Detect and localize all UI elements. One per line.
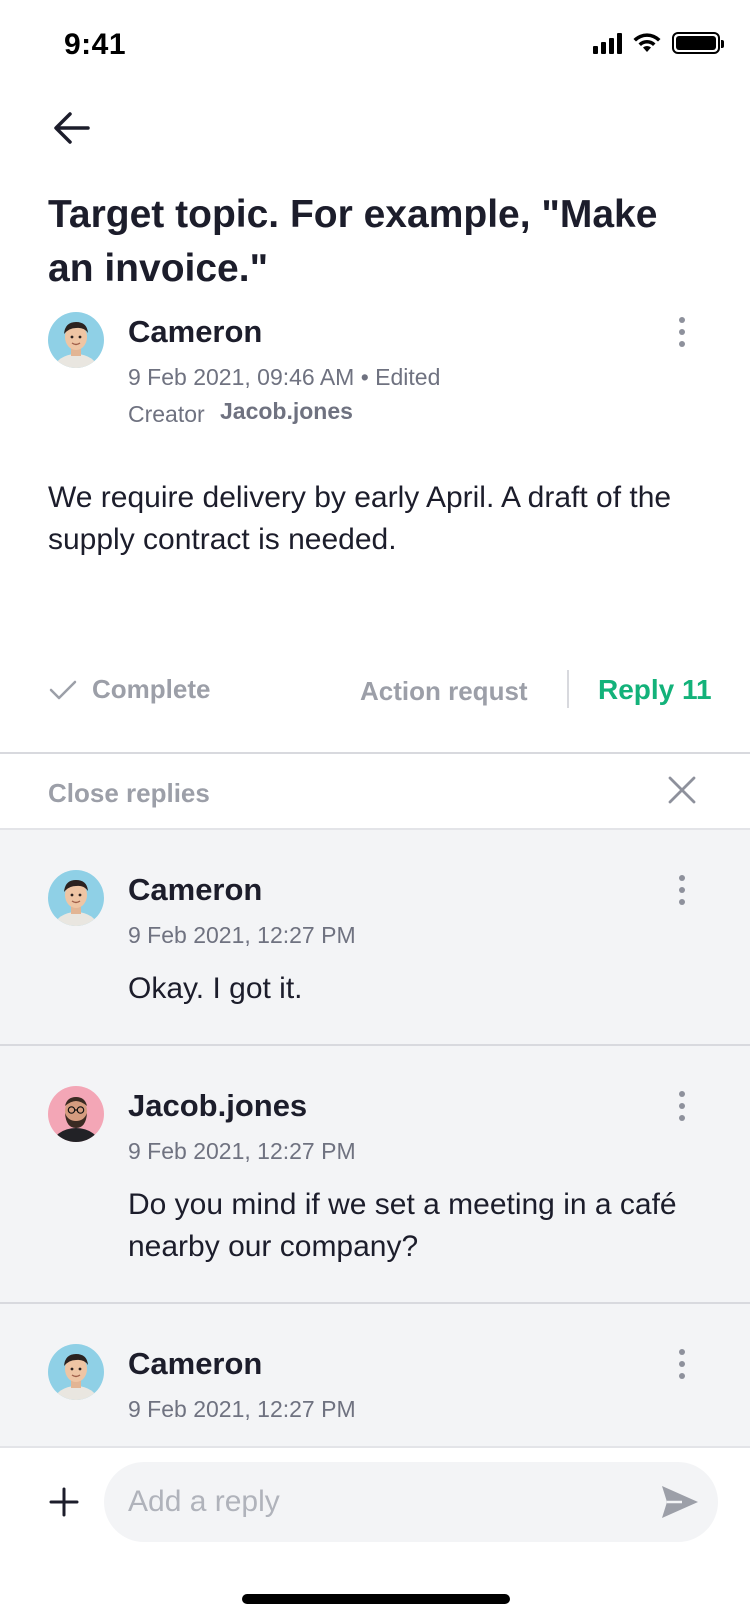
post-meta: 9 Feb 2021, 09:46 AM • Edited (128, 364, 441, 390)
avatar[interactable] (48, 1344, 104, 1400)
status-time: 9:41 (64, 28, 127, 61)
close-replies-button[interactable]: Close replies (48, 778, 210, 809)
reply-input-container (104, 1462, 718, 1542)
plus-icon[interactable] (46, 1484, 82, 1520)
avatar[interactable] (48, 870, 104, 926)
complete-label: Complete (92, 674, 211, 704)
reply-text: Okay. I got it. (128, 972, 303, 1005)
cameron-avatar-icon (48, 1344, 104, 1400)
replies-list[interactable]: Cameron 9 Feb 2021, 12:27 PM Okay. I got… (0, 830, 750, 1446)
wifi-icon (633, 33, 661, 52)
arrow-left-icon (54, 112, 90, 144)
reply-time: 9 Feb 2021, 12:27 PM (128, 1396, 356, 1422)
close-icon[interactable] (664, 772, 700, 808)
reply-time: 9 Feb 2021, 12:27 PM (128, 1138, 356, 1164)
creator-name[interactable]: Jacob.jones (220, 398, 353, 425)
reply-author[interactable]: Jacob.jones (128, 1088, 307, 1124)
battery-icon (672, 32, 724, 54)
post-more-options-icon[interactable] (667, 312, 697, 352)
reply-item: Jacob.jones 9 Feb 2021, 12:27 PM Do you … (0, 1046, 750, 1304)
reply-item: Cameron 9 Feb 2021, 12:27 PM Okay. I got… (0, 830, 750, 1046)
home-indicator (242, 1594, 510, 1604)
cameron-avatar-icon (48, 312, 104, 368)
cameron-avatar-icon (48, 870, 104, 926)
reply-count-button[interactable]: Reply 11 (598, 674, 712, 706)
checkmark-icon (49, 680, 77, 699)
status-icons (593, 32, 724, 54)
reply-more-options-icon[interactable] (667, 870, 697, 910)
avatar[interactable] (48, 312, 104, 368)
creator-label: Creator (128, 401, 205, 427)
complete-button[interactable]: Complete (48, 674, 210, 705)
post-actions: Complete Action requst Reply 11 (0, 660, 750, 720)
reply-author[interactable]: Cameron (128, 872, 262, 908)
jacob-avatar-icon (48, 1086, 104, 1142)
reply-item: Cameron 9 Feb 2021, 12:27 PM (0, 1304, 750, 1446)
divider (567, 670, 569, 708)
reply-author[interactable]: Cameron (128, 1346, 262, 1382)
reply-more-options-icon[interactable] (667, 1344, 697, 1384)
reply-time: 9 Feb 2021, 12:27 PM (128, 922, 356, 948)
topic-title: Target topic. For example, "Make an invo… (48, 193, 658, 290)
action-request-button[interactable]: Action requst (360, 676, 528, 707)
avatar[interactable] (48, 1086, 104, 1142)
cellular-signal-icon (593, 32, 622, 54)
send-icon[interactable] (658, 1480, 702, 1524)
status-bar: 9:41 (0, 0, 750, 92)
post-author[interactable]: Cameron (128, 314, 262, 350)
post-body: We require delivery by early April. A dr… (48, 481, 672, 556)
reply-input[interactable] (128, 1462, 628, 1542)
back-button[interactable] (48, 104, 96, 152)
reply-more-options-icon[interactable] (667, 1086, 697, 1126)
reply-text: Do you mind if we set a meeting in a caf… (128, 1188, 677, 1263)
close-replies-bar: Close replies (0, 752, 750, 830)
